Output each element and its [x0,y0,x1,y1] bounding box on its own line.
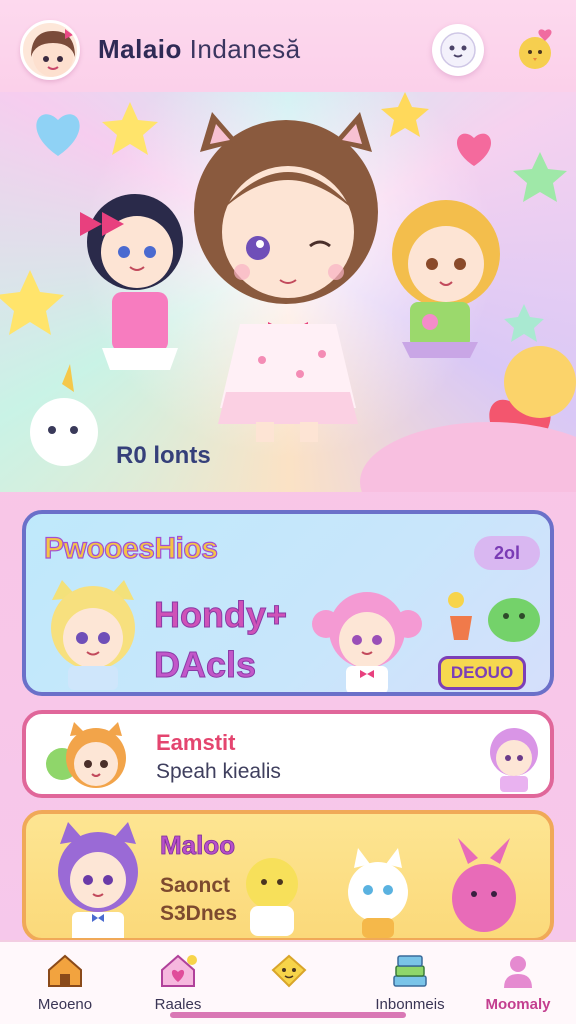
star-icon [381,92,429,137]
heart-icon [456,133,492,166]
star-icon [513,152,567,202]
home-heart-icon [161,954,197,987]
nav-item-meoeno[interactable]: Meoeno [20,942,110,1024]
star-icon [504,304,544,342]
blonde-catgirl-icon [51,580,135,690]
feature-card[interactable]: Maloo Saonct S3Dnes [22,810,554,942]
star-icon [0,270,64,335]
ghost-face-icon [440,32,476,68]
feature-card-line-2: S3Dnes [160,902,238,925]
cactus-pot-icon [448,592,540,642]
promo-card[interactable]: PwooesHios 2ol Hondy+ DAcls DEOUO [22,510,554,696]
chick-heart-icon [519,29,552,69]
list-card-title: Eamstit [156,730,236,755]
promo-tag-button[interactable]: DEOUO [438,656,526,690]
ghost-mascot-button[interactable] [432,24,484,76]
hero-label: R0 lonts [116,442,211,469]
purple-catgirl-icon [58,822,138,938]
feature-card-line-1: Saonct [160,874,231,897]
nav-label: Moomaly [485,996,551,1013]
promo-headline-1: Hondy+ [153,594,288,636]
heart-icon [36,114,80,156]
avatar-girl-icon [31,29,77,77]
star-icon [102,102,158,155]
promo-badge[interactable]: 2ol [474,536,540,570]
chick-mascot-button[interactable] [510,24,562,76]
mascot-group-icon [246,838,516,938]
home-indicator[interactable] [170,1012,406,1018]
app-header: Malaio Indanesă [0,0,576,92]
app-title: Malaio Indanesă [98,34,301,65]
user-avatar[interactable] [20,20,80,80]
app-title-bold: Malaio [98,34,182,64]
nav-label: Raales [154,996,202,1013]
hero-banner[interactable]: R0 lonts [0,92,576,492]
list-card[interactable]: Eamstit Speah kiealis [22,710,554,798]
pink-twintail-girl-icon [312,592,422,692]
nav-label: Inbonmeis [375,996,445,1013]
nav-item-moomaly[interactable]: Moomaly [468,942,568,1024]
list-card-subtitle: Speah kiealis [156,760,281,783]
star-face-icon [271,954,307,988]
promo-headline-2: DAcls [153,644,257,686]
books-icon [393,955,427,987]
app-title-light: Indanesă [189,34,301,64]
feature-card-title: Maloo [160,830,236,861]
house-icon [48,954,82,987]
promo-title: PwooesHios [43,531,218,565]
profile-icon [504,956,532,988]
nav-label: Meoeno [37,996,93,1013]
lilac-girl-icon [490,728,538,792]
orange-catgirl-icon [46,722,126,788]
